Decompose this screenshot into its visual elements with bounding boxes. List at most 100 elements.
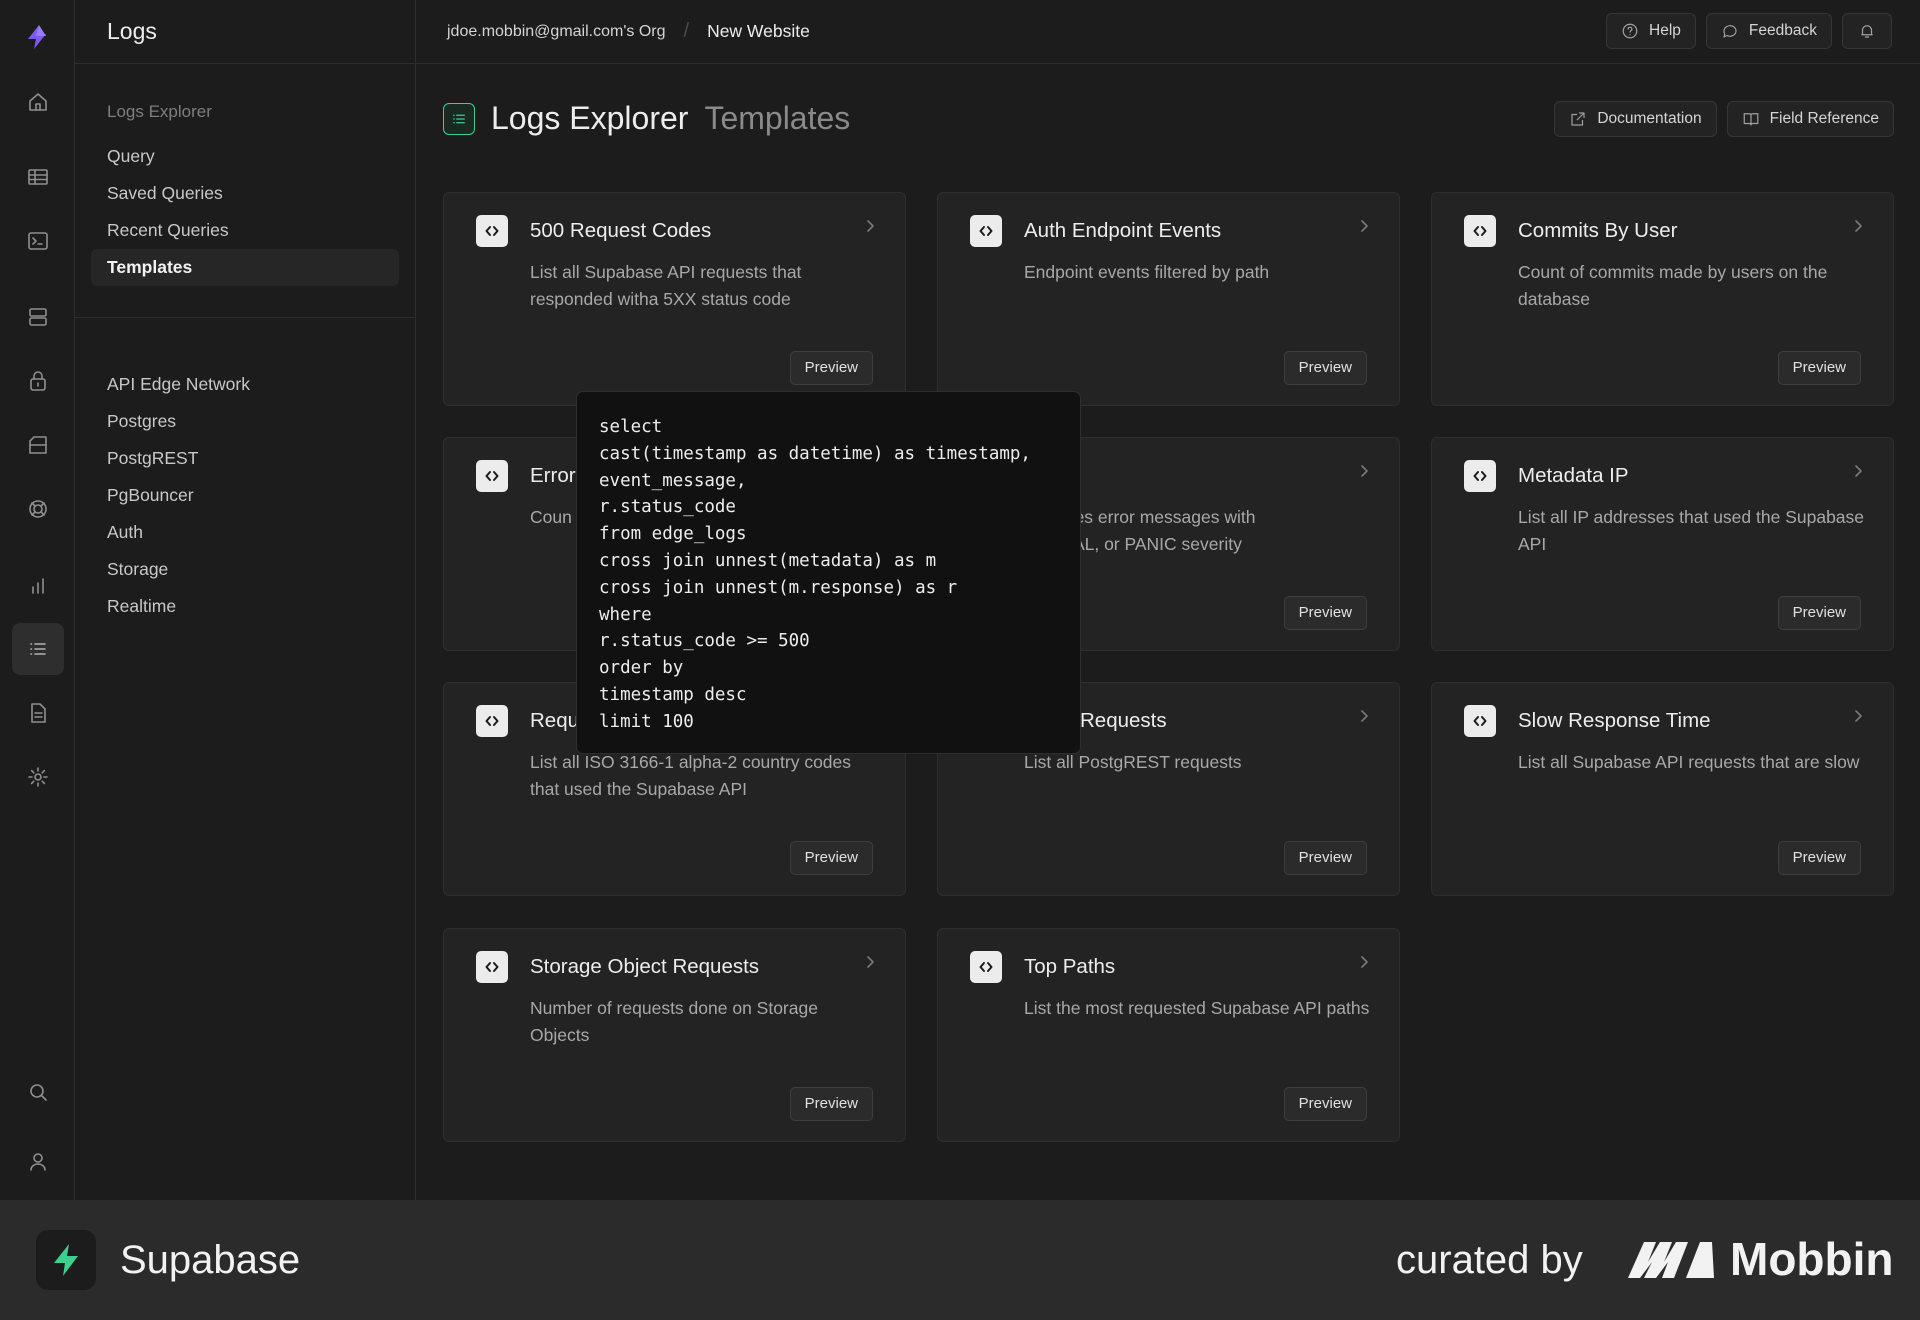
logs-sidebar: Logs Logs Explorer Query Saved Queries R… bbox=[75, 0, 416, 1200]
card-title: Error bbox=[530, 464, 576, 487]
sidebar-item-pgbouncer[interactable]: PgBouncer bbox=[91, 477, 399, 514]
field-reference-button[interactable]: Field Reference bbox=[1726, 101, 1894, 137]
feedback-label: Feedback bbox=[1748, 22, 1817, 39]
breadcrumb-org[interactable]: jdoe.mobbin@gmail.com's Org bbox=[447, 23, 666, 41]
breadcrumb-project[interactable]: New Website bbox=[707, 21, 810, 42]
sidebar-item-storage[interactable]: Storage bbox=[91, 551, 399, 588]
top-actions: Help Feedback bbox=[1606, 13, 1892, 49]
card-title: 500 Request Codes bbox=[530, 219, 712, 242]
help-button[interactable]: Help bbox=[1606, 13, 1696, 49]
card-title: Metadata IP bbox=[1518, 464, 1629, 487]
book-icon bbox=[1743, 113, 1758, 126]
card-description: Count of commits made by users on the da… bbox=[1518, 262, 1828, 309]
code-icon bbox=[476, 460, 508, 492]
preview-button[interactable]: Preview bbox=[1283, 351, 1367, 385]
supabase-logo-icon[interactable] bbox=[22, 22, 52, 52]
card-title: Top Paths bbox=[1024, 955, 1116, 978]
code-icon bbox=[970, 951, 1002, 983]
sidebar-item-saved-queries[interactable]: Saved Queries bbox=[91, 175, 399, 212]
help-label: Help bbox=[1649, 22, 1681, 39]
documentation-button[interactable]: Documentation bbox=[1554, 101, 1717, 137]
sidebar-item-query[interactable]: Query bbox=[91, 138, 399, 175]
card-description: List all Supabase API requests that resp… bbox=[530, 262, 802, 309]
logs-icon[interactable] bbox=[12, 623, 64, 675]
mobbin-logo-icon bbox=[1626, 1238, 1716, 1280]
card-title: Auth Endpoint Events bbox=[1024, 219, 1222, 242]
bell-icon bbox=[1861, 25, 1873, 38]
preview-button[interactable]: Preview bbox=[1777, 351, 1861, 385]
preview-button[interactable]: Preview bbox=[789, 841, 873, 875]
breadcrumb-separator: / bbox=[683, 20, 690, 42]
sidebar-item-auth[interactable]: Auth bbox=[91, 514, 399, 551]
sidebar-item-recent-queries[interactable]: Recent Queries bbox=[91, 212, 399, 249]
chevron-right-icon bbox=[1357, 219, 1371, 233]
logs-explorer-icon bbox=[443, 102, 475, 135]
logs-explorer-group: Logs Explorer Query Saved Queries Recent… bbox=[75, 64, 415, 286]
sidebar-title: Logs bbox=[107, 18, 157, 44]
card-title: Requests bbox=[1080, 709, 1167, 732]
table-icon[interactable] bbox=[12, 151, 64, 203]
code-icon bbox=[476, 215, 508, 247]
sidebar-item-postgres[interactable]: Postgres bbox=[91, 403, 399, 440]
preview-button[interactable]: Preview bbox=[1777, 841, 1861, 875]
chevron-right-icon bbox=[863, 219, 877, 233]
preview-button[interactable]: Preview bbox=[1283, 596, 1367, 630]
storage-icon[interactable] bbox=[12, 419, 64, 471]
template-card[interactable]: Metadata IP List all IP addresses that u… bbox=[1431, 437, 1894, 651]
lock-icon[interactable] bbox=[12, 355, 64, 407]
code-icon bbox=[476, 951, 508, 983]
sidebar-item-postgrest[interactable]: PostgREST bbox=[91, 440, 399, 477]
card-title: Storage Object Requests bbox=[530, 955, 760, 978]
realtime-icon[interactable] bbox=[12, 483, 64, 535]
query-preview-tooltip: select cast(timestamp as datetime) as ti… bbox=[576, 391, 1081, 754]
preview-button[interactable]: Preview bbox=[1283, 841, 1367, 875]
template-card[interactable]: 500 Request Codes List all Supabase API … bbox=[443, 192, 906, 406]
template-card[interactable]: Slow Response Time List all Supabase API… bbox=[1431, 682, 1894, 896]
feedback-button[interactable]: Feedback bbox=[1705, 13, 1832, 49]
card-title: Commits By User bbox=[1518, 219, 1678, 242]
terminal-icon[interactable] bbox=[12, 215, 64, 267]
card-description: List all ISO 3166-1 alpha-2 country code… bbox=[530, 752, 852, 799]
preview-button[interactable]: Preview bbox=[1777, 596, 1861, 630]
footer-brand: Supabase bbox=[120, 1238, 301, 1282]
page-title: Logs Explorer bbox=[491, 100, 689, 136]
code-icon bbox=[1464, 460, 1496, 492]
supabase-logo-icon bbox=[36, 1230, 96, 1290]
preview-button[interactable]: Preview bbox=[789, 351, 873, 385]
page-subtitle: Templates bbox=[704, 100, 851, 136]
sidebar-header: Logs bbox=[75, 0, 415, 64]
chevron-right-icon bbox=[1357, 464, 1371, 478]
sidebar-item-realtime[interactable]: Realtime bbox=[91, 588, 399, 625]
feedback-icon bbox=[1723, 25, 1737, 38]
template-card[interactable]: Commits By User Count of commits made by… bbox=[1431, 192, 1894, 406]
external-link-icon bbox=[1571, 112, 1585, 126]
code-icon bbox=[1464, 215, 1496, 247]
template-card[interactable]: Auth Endpoint Events Endpoint events fil… bbox=[937, 192, 1400, 406]
user-icon[interactable] bbox=[12, 1136, 64, 1188]
chevron-right-icon bbox=[1357, 955, 1371, 969]
template-card[interactable]: Top Paths List the most requested Supaba… bbox=[937, 928, 1400, 1142]
database-icon[interactable] bbox=[12, 291, 64, 343]
code-icon bbox=[1464, 705, 1496, 737]
field-reference-label: Field Reference bbox=[1769, 110, 1879, 127]
notifications-button[interactable] bbox=[1842, 13, 1892, 49]
preview-button[interactable]: Preview bbox=[789, 1087, 873, 1121]
chevron-right-icon bbox=[1851, 219, 1865, 233]
chevron-right-icon bbox=[1851, 464, 1865, 478]
preview-button[interactable]: Preview bbox=[1283, 1087, 1367, 1121]
docs-icon[interactable] bbox=[12, 687, 64, 739]
search-icon[interactable] bbox=[12, 1066, 64, 1118]
sidebar-item-api-edge-network[interactable]: API Edge Network bbox=[91, 366, 399, 403]
reports-icon[interactable] bbox=[12, 560, 64, 612]
card-description: List all Supabase API requests that are … bbox=[1518, 752, 1860, 772]
sidebar-item-templates[interactable]: Templates bbox=[91, 249, 399, 286]
card-description: Endpoint events filtered by path bbox=[1024, 262, 1270, 282]
card-description: List all IP addresses that used the Supa… bbox=[1518, 507, 1865, 554]
top-bar: jdoe.mobbin@gmail.com's Org / New Websit… bbox=[416, 0, 1920, 64]
settings-icon[interactable] bbox=[12, 751, 64, 803]
card-title: Slow Response Time bbox=[1518, 709, 1711, 732]
curated-by-text: curated by bbox=[1396, 1238, 1583, 1282]
home-icon[interactable] bbox=[12, 76, 64, 128]
template-card[interactable]: Storage Object Requests Number of reques… bbox=[443, 928, 906, 1142]
sql-code: select cast(timestamp as datetime) as ti… bbox=[599, 417, 1031, 732]
